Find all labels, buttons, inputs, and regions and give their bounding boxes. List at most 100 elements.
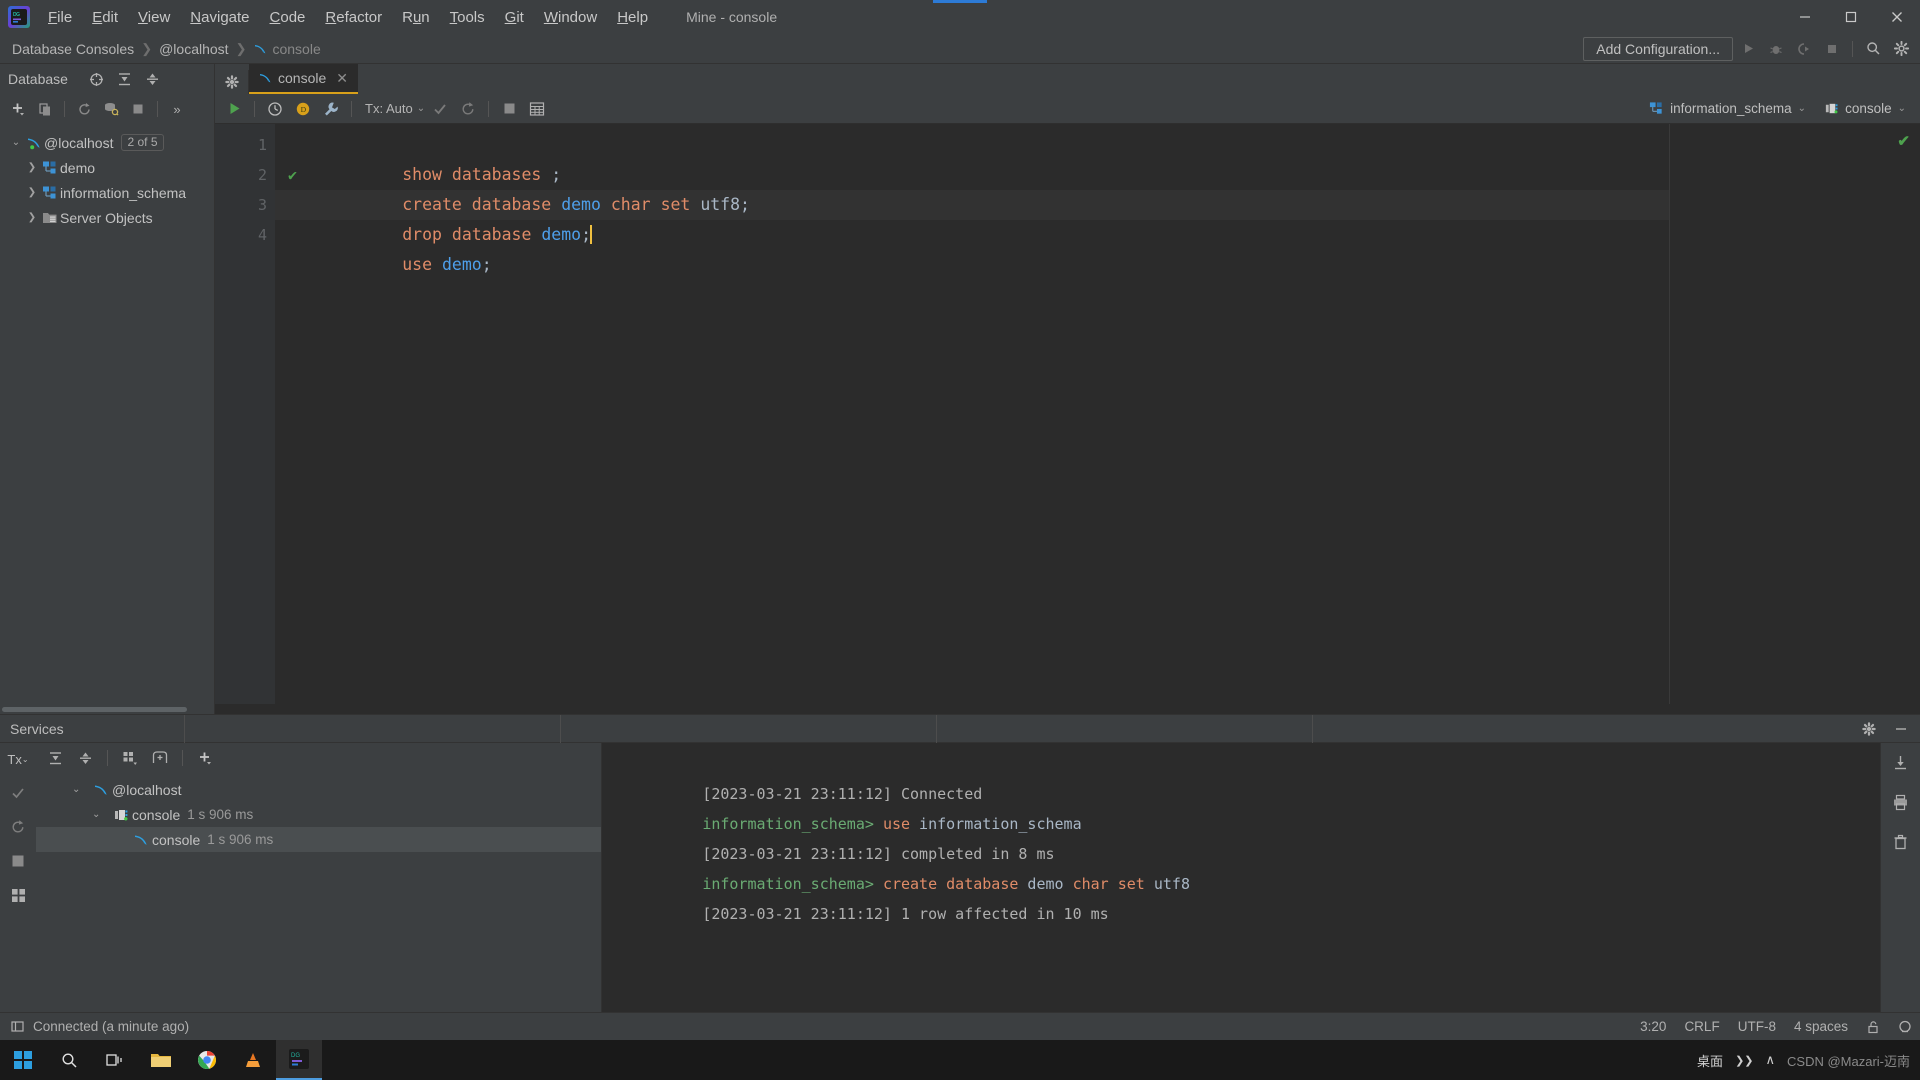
delete-icon[interactable] bbox=[1892, 831, 1909, 853]
rollback-icon[interactable] bbox=[455, 97, 481, 121]
chevron-up-icon[interactable]: ∧ bbox=[1766, 1052, 1776, 1068]
services-node-console[interactable]: console 1 s 906 ms bbox=[36, 827, 601, 852]
chevron-down-icon[interactable]: ⌄ bbox=[1898, 103, 1906, 114]
start-icon[interactable] bbox=[0, 1040, 46, 1080]
chrome-icon[interactable] bbox=[184, 1040, 230, 1080]
breadcrumb-localhost[interactable]: @localhost bbox=[159, 41, 228, 57]
settings-gear-icon[interactable] bbox=[1856, 717, 1882, 741]
add-configuration-button[interactable]: Add Configuration... bbox=[1583, 36, 1733, 61]
expand-tray-icon[interactable]: ❯❯ bbox=[1735, 1054, 1753, 1067]
toggle-panel-icon[interactable] bbox=[10, 1019, 25, 1034]
group-by-icon[interactable] bbox=[117, 746, 143, 770]
postgres-mode-icon[interactable]: D bbox=[290, 97, 316, 121]
task-view-icon[interactable] bbox=[92, 1040, 138, 1080]
close-icon[interactable]: ✕ bbox=[336, 70, 348, 87]
add-tab-icon[interactable] bbox=[147, 746, 173, 770]
database-tree-scrollbar[interactable] bbox=[0, 704, 214, 714]
tree-node-server-objects[interactable]: ❯ Server Objects bbox=[0, 205, 214, 230]
code-text-area[interactable]: show databases ; create database demo ch… bbox=[275, 124, 1670, 704]
stop-icon[interactable] bbox=[11, 850, 25, 872]
commit-check-icon[interactable] bbox=[10, 782, 26, 804]
caret-position[interactable]: 3:20 bbox=[1640, 1019, 1666, 1034]
run-icon[interactable] bbox=[221, 97, 247, 121]
stop-icon[interactable] bbox=[1819, 37, 1845, 61]
stop-icon[interactable] bbox=[496, 97, 522, 121]
commit-check-icon[interactable] bbox=[427, 97, 453, 121]
main-menu[interactable]: FFileile Edit View Navigate Code Refacto… bbox=[38, 5, 658, 30]
chevron-down-icon[interactable]: ⌄ bbox=[92, 809, 110, 820]
maximize-button[interactable] bbox=[1828, 0, 1874, 34]
print-icon[interactable] bbox=[1892, 791, 1909, 813]
hide-panel-icon[interactable] bbox=[1888, 717, 1914, 741]
menu-run[interactable]: Run bbox=[392, 5, 440, 30]
chevron-right-icon[interactable]: ❯ bbox=[24, 162, 40, 173]
menu-view[interactable]: View bbox=[128, 5, 180, 30]
search-icon[interactable] bbox=[46, 1040, 92, 1080]
layout-icon[interactable] bbox=[11, 884, 26, 906]
menu-tools[interactable]: Tools bbox=[440, 5, 495, 30]
minimize-button[interactable] bbox=[1782, 0, 1828, 34]
console-selector[interactable]: console ⌄ bbox=[1818, 98, 1912, 119]
tx-icon[interactable]: Tx ⌄ bbox=[7, 748, 28, 770]
rollback-icon[interactable] bbox=[10, 816, 26, 838]
menu-window[interactable]: Window bbox=[534, 5, 607, 30]
tree-node-information-schema[interactable]: ❯ information_schema bbox=[0, 180, 214, 205]
close-button[interactable] bbox=[1874, 0, 1920, 34]
search-icon[interactable] bbox=[1860, 37, 1886, 61]
unlocked-icon[interactable] bbox=[1866, 1020, 1880, 1034]
menu-navigate[interactable]: Navigate bbox=[180, 5, 259, 30]
datagrip-icon[interactable]: DG bbox=[276, 1040, 322, 1080]
editor-tab-console[interactable]: console ✕ bbox=[249, 64, 358, 94]
menu-file[interactable]: FFileile bbox=[38, 5, 82, 30]
sync-icon[interactable] bbox=[98, 97, 124, 121]
add-icon[interactable] bbox=[192, 746, 218, 770]
code-editor[interactable]: 1 2 ✔ 3 4 show databases ; create databa… bbox=[215, 124, 1920, 704]
wrench-icon[interactable] bbox=[318, 97, 344, 121]
menu-edit[interactable]: Edit bbox=[82, 5, 128, 30]
copy-icon[interactable] bbox=[32, 97, 58, 121]
collapse-all-icon[interactable] bbox=[140, 67, 166, 91]
export-icon[interactable] bbox=[1892, 751, 1909, 773]
editor-horizontal-scrollbar[interactable] bbox=[215, 704, 1920, 714]
chevron-right-icon[interactable]: ❯ bbox=[24, 187, 40, 198]
chevron-down-icon[interactable]: ⌄ bbox=[1798, 103, 1806, 114]
explorer-icon[interactable] bbox=[138, 1040, 184, 1080]
settings-gear-icon[interactable] bbox=[219, 70, 245, 94]
desktop-label[interactable]: 桌面 bbox=[1697, 1051, 1723, 1070]
settings-gear-icon[interactable] bbox=[1888, 37, 1914, 61]
menu-help[interactable]: Help bbox=[607, 5, 658, 30]
chevron-down-icon[interactable]: ⌄ bbox=[8, 137, 24, 148]
grid-icon[interactable] bbox=[524, 97, 550, 121]
run-icon[interactable] bbox=[1735, 37, 1761, 61]
stop-icon[interactable] bbox=[125, 97, 151, 121]
expand-all-icon[interactable] bbox=[42, 746, 68, 770]
chevron-down-icon[interactable]: ⌄ bbox=[72, 784, 90, 795]
tree-node-localhost[interactable]: ⌄ @localhost 2 of 5 bbox=[0, 130, 214, 155]
vlc-icon[interactable] bbox=[230, 1040, 276, 1080]
refresh-icon[interactable] bbox=[71, 97, 97, 121]
settings-gear-cell[interactable] bbox=[215, 70, 249, 94]
breadcrumb-console[interactable]: console bbox=[253, 41, 321, 57]
chevron-down-icon[interactable]: ⌄ bbox=[417, 103, 425, 114]
expand-all-icon[interactable] bbox=[112, 67, 138, 91]
inspection-ok-icon[interactable]: ✔ bbox=[1897, 132, 1910, 150]
add-icon[interactable] bbox=[5, 97, 31, 121]
history-icon[interactable] bbox=[262, 97, 288, 121]
menu-git[interactable]: Git bbox=[495, 5, 534, 30]
run-with-coverage-icon[interactable] bbox=[1791, 37, 1817, 61]
services-output-console[interactable]: [2023-03-21 23:11:12] Connected informat… bbox=[601, 743, 1880, 1012]
tx-mode-label[interactable]: Tx: Auto bbox=[365, 101, 413, 116]
menu-refactor[interactable]: Refactor bbox=[315, 5, 392, 30]
services-node-localhost[interactable]: ⌄ @localhost bbox=[36, 777, 601, 802]
notifications-icon[interactable] bbox=[1898, 1020, 1912, 1034]
line-separator[interactable]: CRLF bbox=[1684, 1019, 1719, 1034]
debug-icon[interactable] bbox=[1763, 37, 1789, 61]
chevron-right-icon[interactable]: ❯ bbox=[24, 212, 40, 223]
services-node-console-group[interactable]: ⌄ console 1 s 906 ms bbox=[36, 802, 601, 827]
file-encoding[interactable]: UTF-8 bbox=[1738, 1019, 1776, 1034]
menu-code[interactable]: Code bbox=[260, 5, 316, 30]
scrollbar-thumb[interactable] bbox=[2, 707, 187, 712]
code-line-1[interactable]: show databases ; bbox=[275, 130, 1669, 184]
breadcrumb-database-consoles[interactable]: Database Consoles bbox=[12, 41, 134, 57]
schema-selector[interactable]: information_schema ⌄ bbox=[1643, 98, 1812, 119]
